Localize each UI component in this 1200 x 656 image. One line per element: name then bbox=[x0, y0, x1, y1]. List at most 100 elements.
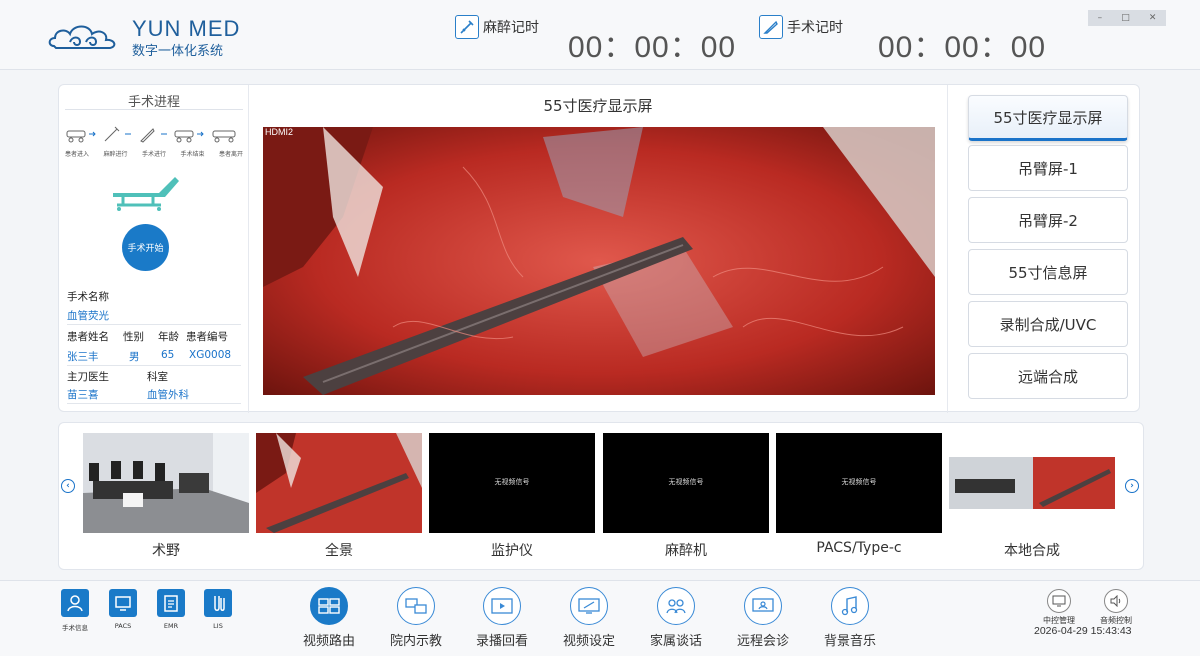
progress-steps-icon bbox=[66, 126, 236, 143]
music-note-icon bbox=[831, 587, 869, 625]
surgery-name-label: 手术名称 bbox=[67, 291, 109, 303]
menu-background-music[interactable]: 背景音乐 bbox=[812, 587, 888, 649]
logo: YUN MED 数字一体化系统 bbox=[46, 14, 246, 59]
remote-screen-icon bbox=[744, 587, 782, 625]
surgical-video-image bbox=[263, 127, 935, 395]
source-thumb-pacs-typec[interactable]: 无视频信号 bbox=[776, 433, 942, 533]
step-patient-enter: 患者进入 bbox=[65, 151, 90, 158]
patient-id-header: 患者编号 bbox=[186, 331, 228, 343]
syringe-icon bbox=[455, 15, 479, 39]
menu-video-routing-label: 视频路由 bbox=[302, 634, 355, 649]
department-value: 血管外科 bbox=[147, 389, 189, 401]
video-grid-icon bbox=[310, 587, 348, 625]
source-thumb-panorama[interactable] bbox=[256, 433, 422, 533]
source-thumb-local-composite[interactable] bbox=[949, 433, 1115, 533]
department-label: 科室 bbox=[147, 371, 168, 383]
menu-family-talk[interactable]: 家属谈话 bbox=[638, 587, 714, 649]
local-composite-image bbox=[949, 433, 1115, 533]
patient-name-value: 张三丰 bbox=[67, 351, 99, 363]
start-surgery-button[interactable]: 手术开始 bbox=[122, 224, 169, 271]
source-label-local-composite: 本地合成 bbox=[1004, 543, 1060, 559]
logo-title: YUN MED bbox=[132, 16, 241, 41]
progress-title: 手术进程 bbox=[127, 95, 180, 110]
surgery-progress-panel: 手术进程 患者进入 麻醉进行 手术进行 手术结束 患者离开 手术开始 手术名称 … bbox=[59, 85, 249, 413]
age-value: 65 bbox=[161, 349, 175, 361]
window-controls: – □ ✕ bbox=[1088, 10, 1166, 26]
output-55-info-screen-button[interactable]: 55寸信息屏 bbox=[968, 249, 1128, 295]
anesthesia-timer-text: 麻醉记时 bbox=[483, 20, 539, 36]
video-source-strip: ‹ 术野 全景 无视频信号 监护仪 无视频信号 麻醉机 无视频信号 PACS/T… bbox=[58, 422, 1144, 570]
step-surgery-end: 手术结束 bbox=[180, 151, 205, 158]
output-boom-screen-2-button[interactable]: 吊臂屏-2 bbox=[968, 197, 1128, 243]
menu-video-routing[interactable]: 视频路由 bbox=[291, 587, 367, 649]
no-signal-text: 无视频信号 bbox=[668, 478, 704, 486]
lis-label: LIS bbox=[213, 622, 223, 630]
source-label-monitor: 监护仪 bbox=[491, 543, 533, 559]
people-icon bbox=[657, 587, 695, 625]
chevron-right-icon[interactable]: › bbox=[1125, 479, 1139, 493]
no-signal-text: 无视频信号 bbox=[841, 478, 877, 486]
output-boom-screen-1-button[interactable]: 吊臂屏-1 bbox=[968, 145, 1128, 191]
anesthesia-timer-label: 麻醉记时 bbox=[455, 14, 539, 40]
doctor-value: 苗三喜 bbox=[67, 389, 99, 401]
menu-remote-consultation[interactable]: 远程会诊 bbox=[725, 587, 801, 649]
display-title: 55寸医疗显示屏 bbox=[543, 97, 653, 115]
source-label-pacs-typec: PACS/Type-c bbox=[816, 540, 902, 556]
step-surgery: 手术进行 bbox=[141, 151, 166, 158]
progress-steps: 患者进入 麻醉进行 手术进行 手术结束 患者离开 bbox=[65, 125, 243, 165]
source-thumb-anesthesia-machine[interactable]: 无视频信号 bbox=[603, 433, 769, 533]
emr-shortcut[interactable]: EMR bbox=[155, 589, 187, 630]
source-thumb-monitor[interactable]: 无视频信号 bbox=[429, 433, 595, 533]
logo-subtitle: 数字一体化系统 bbox=[132, 44, 224, 59]
chevron-left-icon[interactable]: ‹ bbox=[61, 479, 75, 493]
surgery-info-shortcut[interactable]: 手术信息 bbox=[59, 589, 91, 632]
output-remote-composite-button[interactable]: 远端合成 bbox=[968, 353, 1128, 399]
close-icon[interactable]: ✕ bbox=[1149, 13, 1157, 23]
test-tube-icon bbox=[204, 589, 232, 617]
maximize-icon[interactable]: □ bbox=[1121, 13, 1130, 23]
source-label-panorama: 全景 bbox=[325, 543, 353, 559]
surgery-name-value: 血管荧光 bbox=[67, 310, 109, 322]
speaker-icon bbox=[1104, 589, 1128, 613]
gender-header: 性别 bbox=[123, 331, 144, 343]
menu-hospital-teaching[interactable]: 院内示教 bbox=[378, 587, 454, 649]
minimize-icon[interactable]: – bbox=[1098, 13, 1103, 23]
source-thumb-surgical-field[interactable] bbox=[83, 433, 249, 533]
cloud-logo-icon bbox=[48, 25, 116, 49]
patient-id-value: XG0008 bbox=[189, 349, 232, 361]
age-header: 年龄 bbox=[158, 331, 179, 343]
operating-bed-icon bbox=[113, 177, 179, 211]
scalpel-icon bbox=[759, 15, 783, 39]
surgery-info-label: 手术信息 bbox=[62, 624, 88, 632]
central-control-button[interactable]: 中控管理 bbox=[1037, 589, 1081, 626]
doctor-label: 主刀医生 bbox=[67, 371, 109, 383]
surgical-video-feed[interactable]: HDMI2 bbox=[263, 127, 935, 395]
lis-shortcut[interactable]: LIS bbox=[202, 589, 234, 630]
pacs-shortcut[interactable]: PACS bbox=[107, 589, 139, 630]
menu-background-music-label: 背景音乐 bbox=[823, 634, 876, 649]
menu-playback[interactable]: 录播回看 bbox=[464, 587, 540, 649]
no-signal-text: 无视频信号 bbox=[494, 478, 530, 486]
anesthesia-timer-value: 00：00：00 bbox=[568, 31, 737, 64]
footer-bar: 手术信息 PACS EMR LIS 视频路由 院内示教 录播回看 视频设定 家属… bbox=[0, 580, 1200, 656]
display-preview-panel: 55寸医疗显示屏 HDMI2 bbox=[249, 85, 947, 413]
audio-control-button[interactable]: 音频控制 bbox=[1094, 589, 1138, 626]
output-55-medical-display-button[interactable]: 55寸医疗显示屏 bbox=[968, 95, 1128, 141]
output-recording-uvc-button[interactable]: 录制合成/UVC bbox=[968, 301, 1128, 347]
menu-video-settings[interactable]: 视频设定 bbox=[551, 587, 627, 649]
step-anesthesia: 麻醉进行 bbox=[103, 151, 128, 158]
divider bbox=[67, 365, 241, 366]
surgery-timer-value: 00：00：00 bbox=[878, 31, 1047, 64]
output-screen-list: 55寸医疗显示屏 吊臂屏-1 吊臂屏-2 55寸信息屏 录制合成/UVC 远端合… bbox=[947, 85, 1141, 413]
divider bbox=[67, 403, 241, 404]
datetime-display: 2026-04-29 15:43:43 bbox=[1034, 625, 1132, 637]
surgery-info-icon bbox=[61, 589, 89, 617]
emr-icon bbox=[157, 589, 185, 617]
surgery-timer-text: 手术记时 bbox=[787, 20, 843, 36]
main-panel: 手术进程 患者进入 麻醉进行 手术进行 手术结束 患者离开 手术开始 手术名称 … bbox=[58, 84, 1141, 413]
meeting-room-image bbox=[83, 433, 249, 533]
screens-icon bbox=[397, 587, 435, 625]
source-label-anesthesia-machine: 麻醉机 bbox=[665, 543, 707, 559]
menu-family-talk-label: 家属谈话 bbox=[649, 634, 702, 649]
source-label-surgical-field: 术野 bbox=[152, 543, 180, 559]
